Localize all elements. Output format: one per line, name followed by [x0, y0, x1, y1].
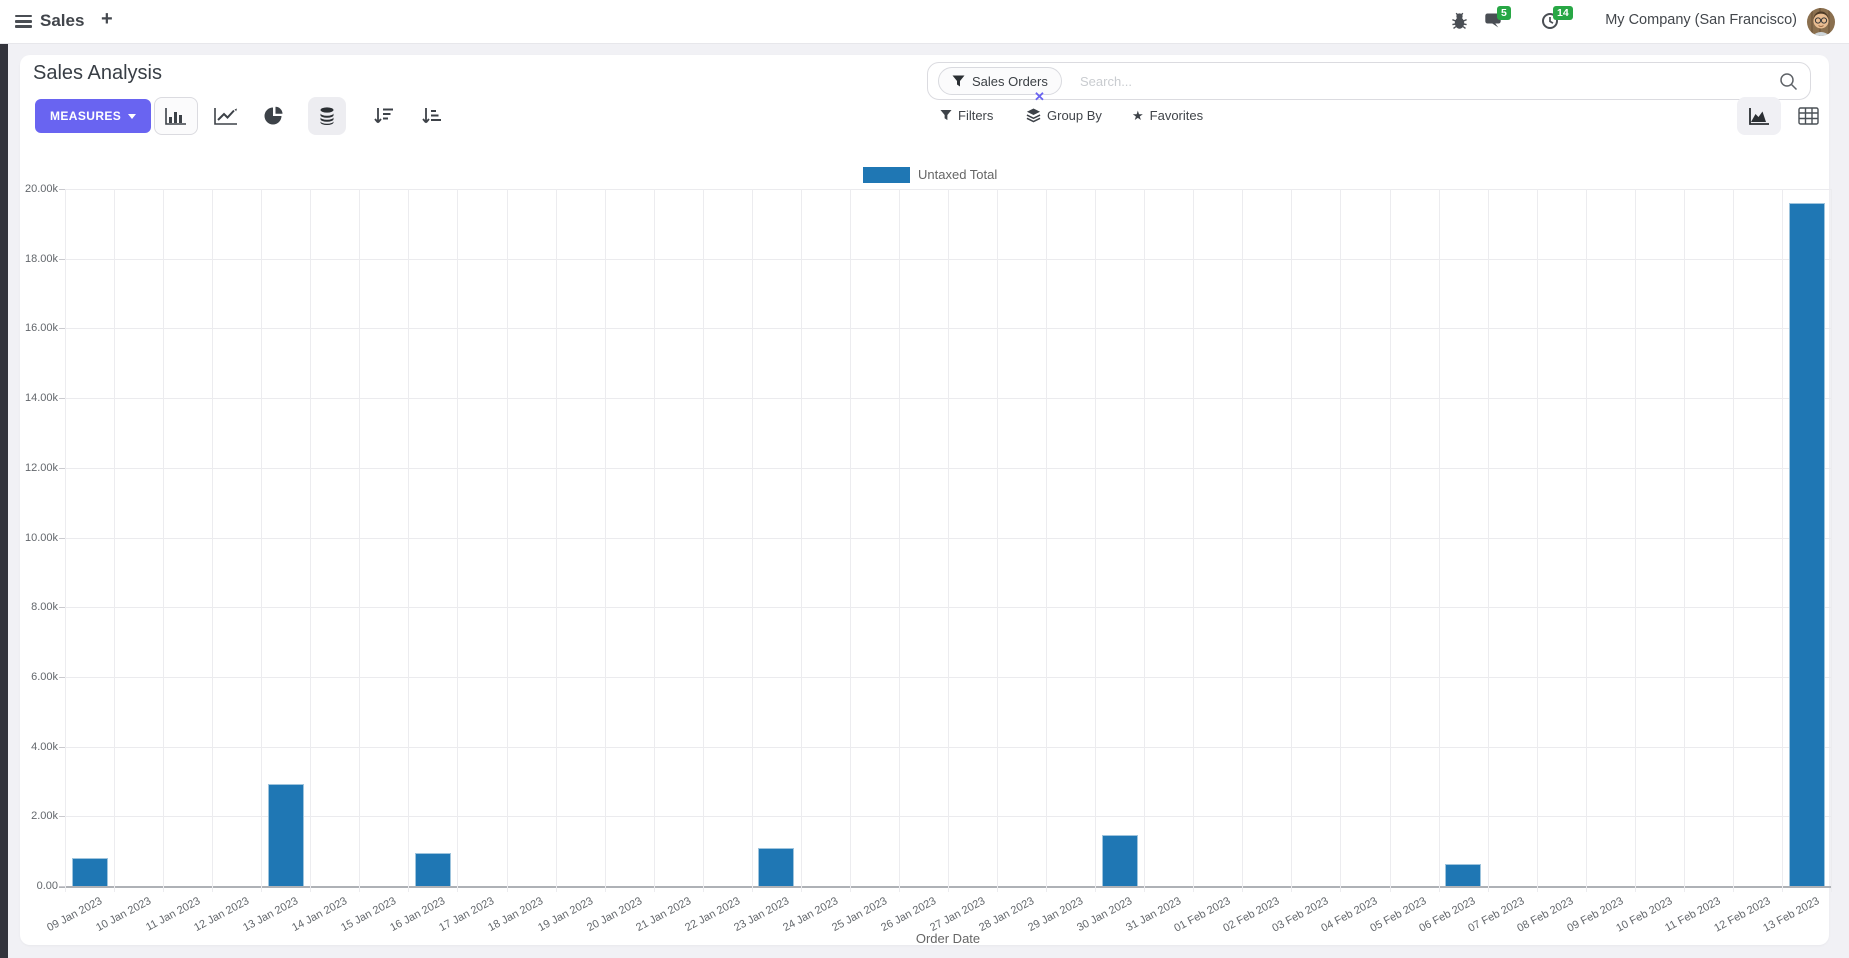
y-tick-label: 18.00k: [24, 252, 58, 265]
x-tick-label: 30 Jan 2023: [1075, 895, 1135, 935]
x-tick-label: 29 Jan 2023: [1026, 895, 1086, 935]
x-grid-line: [1781, 189, 1783, 892]
x-tick-label: 28 Jan 2023: [977, 895, 1037, 935]
y-tick-label: 14.00k: [24, 392, 58, 405]
x-grid-line: [408, 189, 410, 892]
x-tick-label: 10 Jan 2023: [94, 895, 154, 935]
x-tick-label: 25 Jan 2023: [829, 895, 890, 935]
x-grid-line: [1683, 189, 1685, 892]
window-edge: [0, 44, 8, 958]
x-grid-line: [1144, 189, 1146, 892]
x-grid-line: [359, 189, 361, 892]
x-grid-line: [1585, 189, 1587, 892]
x-tick-label: 26 Jan 2023: [879, 895, 939, 935]
bar[interactable]: [267, 783, 304, 886]
x-grid-line: [653, 189, 655, 892]
bar[interactable]: [1788, 202, 1825, 886]
x-grid-line: [849, 189, 851, 892]
x-grid-line: [1389, 189, 1391, 892]
x-grid-line: [310, 189, 312, 892]
x-tick-label: 19 Jan 2023: [535, 895, 595, 935]
x-grid-line: [1438, 189, 1440, 892]
x-grid-line: [1291, 189, 1293, 892]
y-tick-label: 4.00k: [31, 740, 58, 753]
bar[interactable]: [414, 852, 451, 886]
x-grid-line: [1046, 189, 1048, 892]
x-tick-label: 12 Jan 2023: [192, 895, 252, 935]
y-tick-label: 12.00k: [24, 461, 58, 474]
x-tick-label: 18 Jan 2023: [486, 895, 546, 935]
x-tick-label: 13 Jan 2023: [241, 895, 301, 935]
x-grid-line: [997, 189, 999, 892]
screen: Sales + 5 14 My Company (San Francisco): [0, 0, 1849, 958]
y-tick-label: 6.00k: [31, 670, 58, 683]
x-grid-line: [163, 189, 165, 892]
x-tick-label: 09 Jan 2023: [45, 895, 105, 935]
messages-badge: 5: [1497, 6, 1511, 20]
y-tick-label: 2.00k: [31, 810, 58, 823]
x-grid-line: [604, 189, 606, 892]
x-tick-label: 24 Jan 2023: [780, 895, 841, 935]
x-grid-line: [1634, 189, 1636, 892]
x-tick-label: 27 Jan 2023: [928, 895, 988, 935]
x-tick-label: 20 Jan 2023: [584, 895, 644, 935]
activities-clock-icon[interactable]: 14: [1541, 6, 1573, 30]
top-navbar: Sales + 5 14 My Company (San Francisco): [0, 0, 1849, 44]
y-tick-label: 0.00: [36, 880, 58, 892]
x-grid-line: [457, 189, 459, 892]
x-grid-line: [1732, 189, 1734, 892]
bug-icon[interactable]: [1451, 12, 1468, 30]
x-grid-line: [898, 189, 900, 892]
plus-icon[interactable]: +: [101, 8, 113, 31]
bar[interactable]: [71, 858, 108, 886]
y-tick-label: 8.00k: [31, 601, 58, 614]
x-tick-label: 21 Jan 2023: [633, 895, 693, 935]
x-tick-label: 23 Jan 2023: [731, 895, 791, 935]
activities-badge: 14: [1553, 6, 1573, 20]
bar[interactable]: [758, 847, 795, 886]
y-tick-label: 16.00k: [24, 322, 58, 335]
x-axis-title: Order Date: [915, 931, 981, 946]
apps-menu-icon[interactable]: [15, 15, 32, 28]
x-axis-line: [59, 886, 1831, 888]
x-grid-line: [948, 189, 949, 892]
x-grid-line: [506, 189, 508, 892]
x-grid-line: [1095, 189, 1097, 892]
x-tick-label: 14 Jan 2023: [290, 895, 350, 935]
x-grid-line: [212, 189, 214, 892]
x-grid-line: [702, 189, 704, 892]
app-name[interactable]: Sales: [40, 11, 84, 31]
x-grid-line: [1340, 189, 1342, 892]
x-grid-line: [1487, 189, 1489, 892]
x-grid-line: [65, 189, 66, 892]
messages-icon[interactable]: 5: [1485, 6, 1511, 30]
x-grid-line: [261, 189, 263, 892]
x-grid-line: [800, 189, 802, 892]
x-tick-label: 22 Jan 2023: [682, 895, 742, 935]
legend-label[interactable]: Untaxed Total: [918, 167, 997, 183]
x-grid-line: [1193, 189, 1195, 892]
x-grid-line: [1831, 189, 1832, 892]
bar-chart: Untaxed Total Order Date 0.00 2.00k 4.00k 6…: [20, 55, 1832, 946]
y-tick-label: 20.00k: [24, 183, 58, 195]
company-switcher[interactable]: My Company (San Francisco): [1605, 12, 1797, 28]
x-grid-line: [1242, 189, 1244, 892]
y-tick-label: 10.00k: [24, 531, 58, 544]
bar[interactable]: [1101, 834, 1138, 886]
legend-swatch[interactable]: [863, 167, 910, 183]
x-grid-line: [555, 189, 557, 892]
x-grid-line: [114, 189, 116, 892]
sales-analysis-panel: Sales Analysis MEASURES Sales Orders ✕ S…: [20, 55, 1832, 946]
x-grid-line: [1536, 189, 1538, 892]
bar[interactable]: [1445, 864, 1482, 886]
user-avatar[interactable]: [1807, 8, 1835, 36]
x-grid-line: [751, 189, 753, 892]
